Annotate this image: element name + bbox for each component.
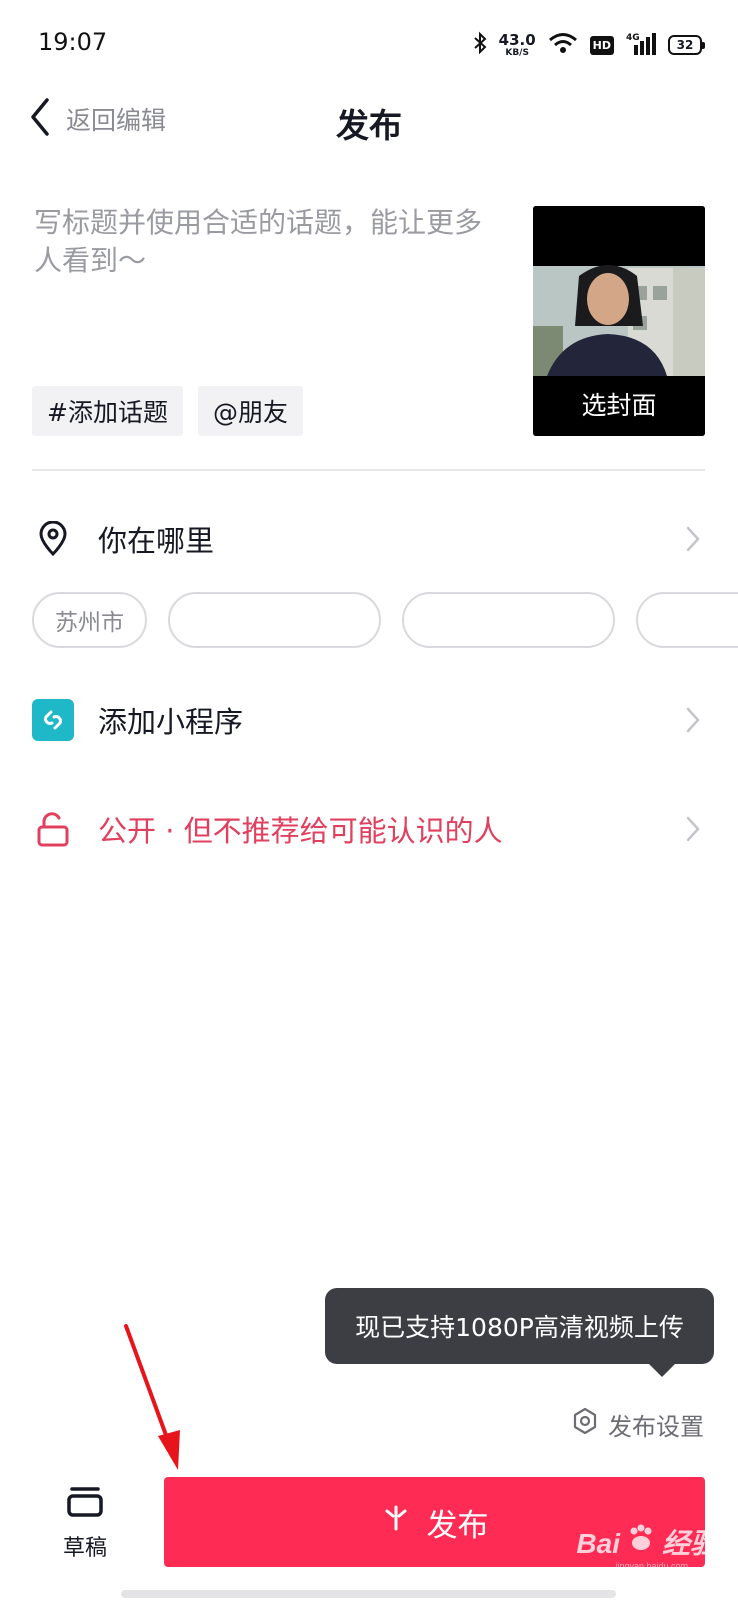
mention-friend-button[interactable]: @朋友 — [197, 386, 303, 436]
mini-program-row[interactable]: 添加小程序 — [32, 690, 705, 750]
cover-selector[interactable]: 选封面 — [533, 206, 705, 436]
location-chip[interactable] — [168, 592, 381, 648]
status-bar: 19:07 43.0 KB/S HD 4G 32 — [0, 0, 738, 90]
publish-settings-button[interactable]: 发布设置 — [572, 1404, 704, 1444]
page-title: 发布 — [336, 106, 402, 145]
home-indicator[interactable] — [121, 1590, 616, 1598]
header: 返回编辑 发布 — [0, 90, 738, 150]
drafts-button[interactable]: 草稿 — [50, 1486, 120, 1566]
wifi-icon — [548, 32, 578, 58]
watermark-url: jingyan.baidu.com — [615, 1561, 688, 1571]
tag-row: #添加话题 @朋友 — [32, 386, 303, 436]
sparkle-icon — [381, 1503, 411, 1541]
chevron-right-icon — [681, 524, 705, 554]
mini-program-label: 添加小程序 — [98, 705, 244, 739]
net-speed: 43.0 KB/S — [498, 30, 536, 58]
hd-badge: HD — [589, 35, 614, 55]
location-chip[interactable] — [636, 592, 738, 648]
status-time: 19:07 — [38, 28, 108, 56]
battery-icon: 32 — [668, 35, 705, 55]
location-chips: 苏州市 — [32, 592, 738, 650]
chevron-right-icon — [681, 705, 705, 735]
location-pin-icon — [32, 518, 74, 560]
signal-icon: 4G — [626, 31, 656, 59]
caption-input[interactable]: 写标题并使用合适的话题，能让更多人看到～ — [34, 204, 504, 280]
privacy-label: 公开 · 但不推荐给可能认识的人 — [98, 814, 503, 848]
location-chip[interactable] — [402, 592, 615, 648]
status-icons: 43.0 KB/S HD 4G 32 — [473, 28, 705, 62]
baidu-watermark: Bai 经验 — [576, 1522, 718, 1562]
divider — [32, 469, 705, 471]
mini-program-icon — [32, 699, 74, 741]
drafts-label: 草稿 — [62, 1536, 107, 1561]
settings-hexagon-icon — [572, 1407, 598, 1441]
paw-icon — [626, 1523, 656, 1560]
location-row[interactable]: 你在哪里 — [32, 509, 705, 569]
svg-text:4G: 4G — [626, 33, 640, 43]
hd-upload-tooltip: 现已支持1080P高清视频上传 — [325, 1288, 714, 1364]
publish-settings-label: 发布设置 — [608, 1412, 704, 1441]
location-label: 你在哪里 — [98, 524, 215, 558]
add-topic-button[interactable]: #添加话题 — [32, 386, 183, 436]
privacy-row[interactable]: 公开 · 但不推荐给可能认识的人 — [32, 799, 705, 859]
cover-label: 选封面 — [581, 391, 657, 420]
bluetooth-icon — [473, 31, 487, 59]
publish-label: 发布 — [426, 1507, 489, 1544]
location-chip[interactable]: 苏州市 — [32, 592, 147, 648]
unlock-icon — [32, 808, 74, 850]
red-arrow-annotation — [124, 1324, 180, 1470]
drafts-box-icon — [66, 1486, 104, 1522]
chevron-right-icon — [681, 814, 705, 844]
tooltip-arrow — [648, 1363, 676, 1377]
